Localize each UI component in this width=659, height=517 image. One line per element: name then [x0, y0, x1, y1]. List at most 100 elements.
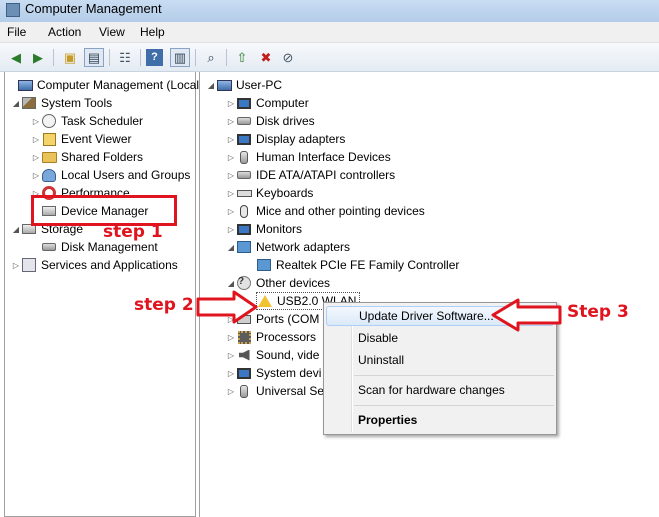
expand-arrow-icon[interactable]: ▷	[226, 351, 236, 360]
unknown-device-icon: ?	[237, 276, 251, 290]
device-category-mice[interactable]: ▷ Mice and other pointing devices	[226, 202, 425, 220]
step3-label: Step 3	[567, 302, 629, 322]
services-icon	[22, 258, 36, 272]
network-adapter-icon	[257, 259, 271, 271]
menu-action[interactable]: Action	[48, 25, 81, 39]
device-category-sound[interactable]: ▷ Sound, vide	[226, 346, 319, 364]
collapse-arrow-icon[interactable]: ◢	[11, 225, 21, 234]
menu-properties[interactable]: Properties	[358, 410, 417, 430]
menu-uninstall[interactable]: Uninstall	[358, 350, 404, 370]
collapse-arrow-icon[interactable]: ◢	[226, 279, 236, 288]
display-adapter-icon	[237, 133, 251, 145]
expand-arrow-icon[interactable]: ▷	[226, 135, 236, 144]
expand-arrow-icon[interactable]: ▷	[31, 171, 41, 180]
back-arrow-icon[interactable]: ◀	[6, 48, 26, 67]
users-icon	[42, 168, 56, 182]
expand-arrow-icon[interactable]: ▷	[226, 153, 236, 162]
collapse-arrow-icon[interactable]: ◢	[11, 99, 21, 108]
warning-icon	[258, 295, 272, 307]
expand-arrow-icon[interactable]: ▷	[226, 387, 236, 396]
computer-management-icon	[6, 3, 20, 17]
device-category-keyboards[interactable]: ▷ Keyboards	[226, 184, 313, 202]
menu-bar: File Action View Help	[0, 22, 659, 43]
tree-node-local-users[interactable]: ▷ Local Users and Groups	[31, 166, 190, 184]
menu-scan-hardware[interactable]: Scan for hardware changes	[358, 380, 505, 400]
collapse-arrow-icon[interactable]: ◢	[226, 243, 236, 252]
tree-node-system-tools[interactable]: ◢ System Tools	[11, 94, 112, 112]
menu-disable[interactable]: Disable	[358, 328, 398, 348]
mouse-icon	[240, 204, 248, 218]
tree-node-user-pc[interactable]: ◢ User-PC	[206, 76, 282, 94]
hid-icon	[240, 150, 248, 164]
network-adapter-icon	[237, 241, 251, 253]
expand-arrow-icon[interactable]: ▷	[226, 99, 236, 108]
uninstall-icon[interactable]: ✖	[256, 48, 276, 67]
device-category-processors[interactable]: ▷ Processors	[226, 328, 316, 346]
menu-file[interactable]: File	[7, 25, 26, 39]
expand-arrow-icon[interactable]: ▷	[226, 225, 236, 234]
menu-view[interactable]: View	[99, 25, 125, 39]
expand-arrow-icon[interactable]: ▷	[31, 135, 41, 144]
show-tree-icon[interactable]: ▤	[84, 48, 104, 67]
computer-icon	[237, 97, 251, 109]
expand-arrow-icon[interactable]: ▷	[226, 369, 236, 378]
system-tools-icon	[22, 97, 36, 109]
device-category-ide[interactable]: ▷ IDE ATA/ATAPI controllers	[226, 166, 395, 184]
computer-icon	[216, 79, 232, 91]
window-title: Computer Management	[25, 1, 162, 16]
clock-icon	[42, 114, 56, 128]
step2-label: step 2	[134, 295, 194, 315]
help-icon[interactable]: ?	[146, 49, 163, 66]
device-category-computer[interactable]: ▷ Computer	[226, 94, 309, 112]
speaker-icon	[238, 349, 250, 361]
tree-node-services[interactable]: ▷ Services and Applications	[11, 256, 178, 274]
expand-arrow-icon[interactable]: ▷	[31, 153, 41, 162]
device-tree: ◢ User-PC ▷ Computer ▷ Disk drives ▷ Dis…	[199, 72, 659, 517]
computer-management-icon	[17, 79, 33, 91]
monitor-icon	[237, 223, 251, 235]
menu-help[interactable]: Help	[140, 25, 165, 39]
ide-controller-icon	[237, 171, 251, 179]
expand-arrow-icon[interactable]: ▷	[226, 333, 236, 342]
disable-icon[interactable]: ⊘	[278, 48, 298, 67]
expand-arrow-icon[interactable]: ▷	[226, 171, 236, 180]
title-bar: Computer Management	[0, 0, 659, 22]
disk-icon	[42, 243, 56, 251]
expand-arrow-icon[interactable]: ▷	[226, 207, 236, 216]
tree-node-shared-folders[interactable]: ▷ Shared Folders	[31, 148, 143, 166]
step1-label: step 1	[103, 222, 163, 242]
processor-icon	[237, 330, 251, 344]
expand-arrow-icon[interactable]: ▷	[11, 261, 21, 270]
expand-arrow-icon[interactable]: ▷	[226, 189, 236, 198]
collapse-arrow-icon[interactable]: ◢	[206, 81, 216, 90]
tree-node-computer-management[interactable]: Computer Management (Local	[7, 76, 199, 94]
forward-arrow-icon[interactable]: ▶	[28, 48, 48, 67]
up-folder-icon[interactable]: ▣	[60, 48, 80, 67]
usb-icon	[240, 384, 248, 398]
scan-hardware-icon[interactable]: ⌕	[201, 48, 221, 67]
step3-arrow-icon	[491, 298, 562, 332]
shared-folder-icon	[41, 151, 57, 163]
device-category-system-devices[interactable]: ▷ System devi	[226, 364, 321, 382]
toolbar: ◀ ▶ ▣ ▤ ☷ ? ▥ ⌕ ⇧ ✖ ⊘	[0, 43, 659, 72]
tree-node-event-viewer[interactable]: ▷ Event Viewer	[31, 130, 132, 148]
tree-node-task-scheduler[interactable]: ▷ Task Scheduler	[31, 112, 143, 130]
update-driver-icon[interactable]: ⇧	[232, 48, 252, 67]
show-action-pane-icon[interactable]: ▥	[170, 48, 190, 67]
properties-icon[interactable]: ☷	[115, 48, 135, 67]
device-category-hid[interactable]: ▷ Human Interface Devices	[226, 148, 391, 166]
device-category-usb[interactable]: ▷ Universal Se	[226, 382, 324, 400]
expand-arrow-icon[interactable]: ▷	[31, 117, 41, 126]
device-realtek-controller[interactable]: Realtek PCIe FE Family Controller	[256, 256, 459, 274]
device-category-display-adapters[interactable]: ▷ Display adapters	[226, 130, 345, 148]
keyboard-icon	[236, 189, 252, 197]
menu-separator	[354, 375, 554, 376]
step2-arrow-icon	[196, 290, 258, 324]
system-device-icon	[237, 367, 251, 379]
device-category-monitors[interactable]: ▷ Monitors	[226, 220, 302, 238]
device-category-network-adapters[interactable]: ◢ Network adapters	[226, 238, 350, 256]
menu-separator	[354, 405, 554, 406]
expand-arrow-icon[interactable]: ▷	[226, 117, 236, 126]
disk-drive-icon	[237, 117, 251, 125]
device-category-disk-drives[interactable]: ▷ Disk drives	[226, 112, 315, 130]
